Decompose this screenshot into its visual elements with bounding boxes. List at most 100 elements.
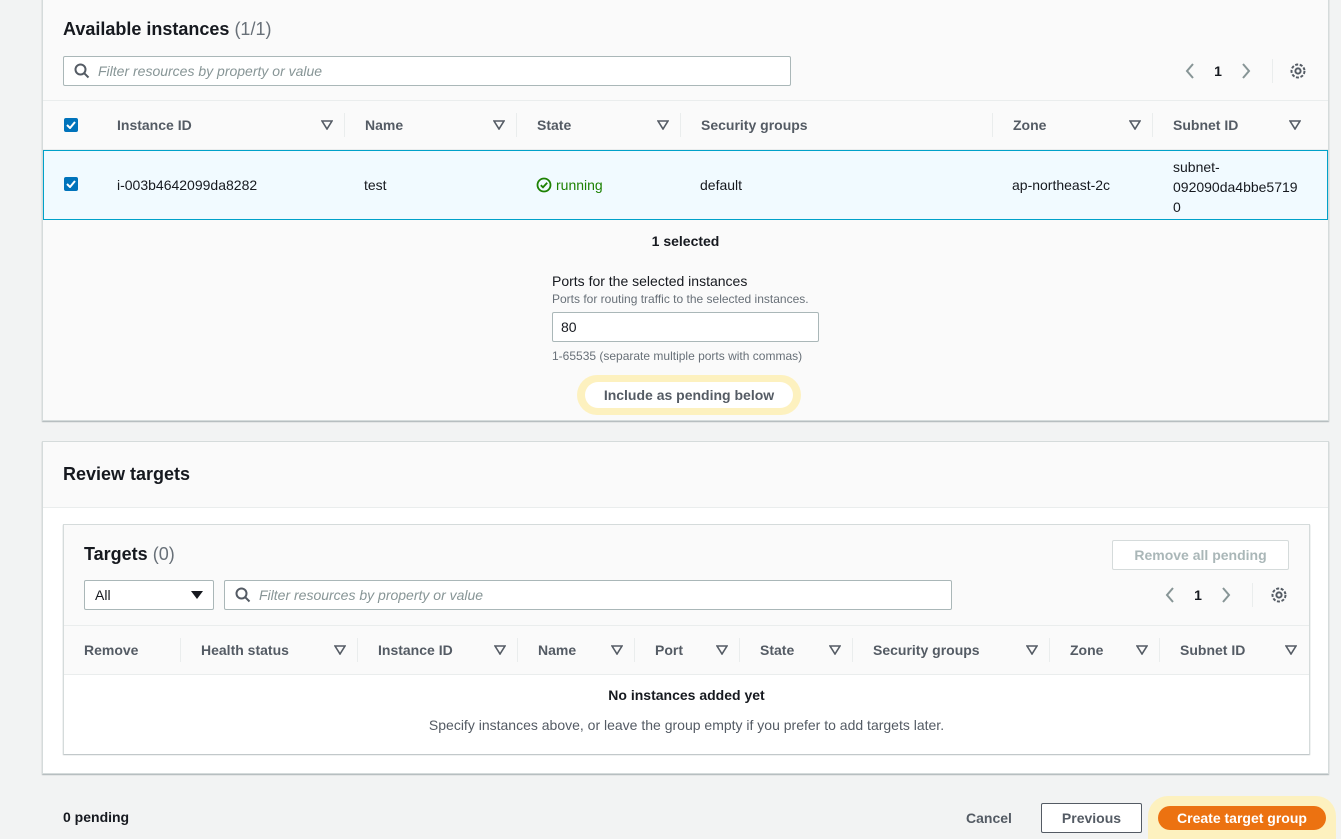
- column-instance-id[interactable]: Instance ID: [358, 626, 518, 674]
- security-groups-cell: default: [700, 177, 743, 193]
- create-target-group-button[interactable]: Create target group: [1158, 806, 1326, 830]
- search-icon: [235, 587, 251, 603]
- instance-id-cell: i-003b4642099da8282: [117, 177, 258, 193]
- review-targets-panel: Review targets Targets (0) Remove all pe…: [42, 441, 1329, 774]
- review-header: Review targets: [43, 442, 1328, 508]
- filter-dropdown[interactable]: All: [84, 580, 214, 610]
- pending-count: 0 pending: [63, 809, 130, 825]
- column-label: Name: [538, 642, 577, 658]
- column-label: Security groups: [873, 642, 980, 658]
- column-label: Zone: [1013, 117, 1047, 133]
- column-name[interactable]: Name: [518, 626, 635, 674]
- empty-state-description: Specify instances above, or leave the gr…: [428, 717, 945, 733]
- sort-icon: [494, 645, 506, 655]
- column-label: Instance ID: [378, 642, 453, 658]
- include-as-pending-button[interactable]: Include as pending below: [585, 382, 793, 408]
- targets-title: Targets (0): [84, 544, 175, 565]
- pagination: 1: [1180, 61, 1256, 81]
- column-label: State: [537, 117, 572, 133]
- column-zone[interactable]: Zone: [1050, 626, 1160, 674]
- ports-form: Ports for the selected instances Ports f…: [552, 273, 819, 363]
- targets-search[interactable]: [224, 580, 952, 610]
- select-all-checkbox[interactable]: [64, 118, 78, 132]
- gear-icon[interactable]: [1269, 585, 1289, 605]
- column-subnet-id[interactable]: Subnet ID: [1160, 626, 1309, 674]
- column-label: Subnet ID: [1180, 642, 1246, 658]
- search-icon: [74, 63, 90, 79]
- instance-search[interactable]: [63, 56, 791, 86]
- available-instances-panel: Available instances (1/1) 1 Instance ID: [42, 0, 1329, 421]
- sort-icon: [829, 645, 841, 655]
- column-label: Security groups: [701, 117, 808, 133]
- column-port[interactable]: Port: [635, 626, 740, 674]
- table-header: Instance ID Name State Security groups Z…: [43, 100, 1328, 150]
- previous-page-icon[interactable]: [1160, 585, 1180, 605]
- targets-table-body: No instances added yet Specify instances…: [64, 675, 1309, 754]
- zone-cell: ap-northeast-2c: [1012, 177, 1111, 193]
- page-number[interactable]: 1: [1208, 63, 1228, 79]
- instance-search-input[interactable]: [98, 61, 778, 81]
- targets-count: (0): [152, 544, 175, 564]
- subnet-line: subnet-: [1173, 159, 1220, 175]
- next-page-icon[interactable]: [1236, 61, 1256, 81]
- cancel-button[interactable]: Cancel: [966, 810, 1012, 826]
- sort-icon: [493, 120, 505, 130]
- column-security-groups[interactable]: Security groups: [853, 626, 1050, 674]
- subnet-line: 0: [1173, 199, 1181, 215]
- sort-icon: [1289, 120, 1301, 130]
- column-subnet-id[interactable]: Subnet ID: [1153, 101, 1313, 149]
- subnet-line: 092090da4bbe5719: [1173, 179, 1298, 195]
- gear-icon[interactable]: [1288, 61, 1308, 81]
- column-state[interactable]: State: [517, 101, 681, 149]
- column-label: Subnet ID: [1173, 117, 1239, 133]
- remove-all-pending-button[interactable]: Remove all pending: [1112, 540, 1289, 570]
- sort-icon: [1026, 645, 1038, 655]
- selected-count: 1 selected: [651, 233, 720, 249]
- sort-icon: [1136, 645, 1148, 655]
- empty-state-title: No instances added yet: [608, 687, 765, 703]
- column-security-groups[interactable]: Security groups: [681, 101, 993, 149]
- targets-pagination: 1: [1160, 585, 1236, 605]
- subnet-id-cell: subnet- 092090da4bbe5719 0: [1173, 157, 1298, 217]
- name-cell: test: [364, 177, 387, 193]
- caret-down-icon: [191, 591, 203, 599]
- ports-description: Ports for routing traffic to the selecte…: [552, 292, 809, 306]
- divider: [1272, 59, 1273, 83]
- column-name[interactable]: Name: [345, 101, 517, 149]
- state-text: running: [556, 177, 603, 193]
- sort-icon: [1129, 120, 1141, 130]
- column-instance-id[interactable]: Instance ID: [97, 101, 345, 149]
- page-number[interactable]: 1: [1188, 587, 1208, 603]
- ports-hint: 1-65535 (separate multiple ports with co…: [552, 349, 803, 363]
- column-state[interactable]: State: [740, 626, 853, 674]
- table-row[interactable]: i-003b4642099da8282 test running default…: [43, 150, 1328, 220]
- column-label: Instance ID: [117, 117, 192, 133]
- column-label: Health status: [201, 642, 289, 658]
- targets-table-header: Remove Health status Instance ID Name Po…: [64, 625, 1309, 675]
- sort-icon: [611, 645, 623, 655]
- ports-label: Ports for the selected instances: [552, 273, 748, 289]
- previous-button[interactable]: Previous: [1041, 803, 1142, 833]
- targets-container: Targets (0) Remove all pending All 1: [63, 524, 1310, 754]
- column-zone[interactable]: Zone: [993, 101, 1153, 149]
- column-label: Port: [655, 642, 683, 658]
- column-label: State: [760, 642, 795, 658]
- column-label: Zone: [1070, 642, 1104, 658]
- panel-title-text: Available instances: [63, 19, 230, 39]
- include-pending-highlight: Include as pending below: [577, 375, 801, 415]
- ports-input[interactable]: [552, 312, 819, 342]
- state-cell: running: [536, 177, 603, 193]
- sort-icon: [334, 645, 346, 655]
- divider: [1252, 583, 1253, 607]
- column-health-status[interactable]: Health status: [181, 626, 358, 674]
- row-checkbox[interactable]: [64, 177, 78, 191]
- next-page-icon[interactable]: [1216, 585, 1236, 605]
- sort-icon: [1285, 645, 1297, 655]
- previous-page-icon[interactable]: [1180, 61, 1200, 81]
- column-label: Remove: [84, 642, 139, 658]
- available-instances-title: Available instances (1/1): [63, 19, 271, 40]
- check-circle-icon: [536, 177, 552, 193]
- targets-search-input[interactable]: [259, 585, 939, 605]
- filter-value: All: [95, 587, 111, 603]
- sort-icon: [716, 645, 728, 655]
